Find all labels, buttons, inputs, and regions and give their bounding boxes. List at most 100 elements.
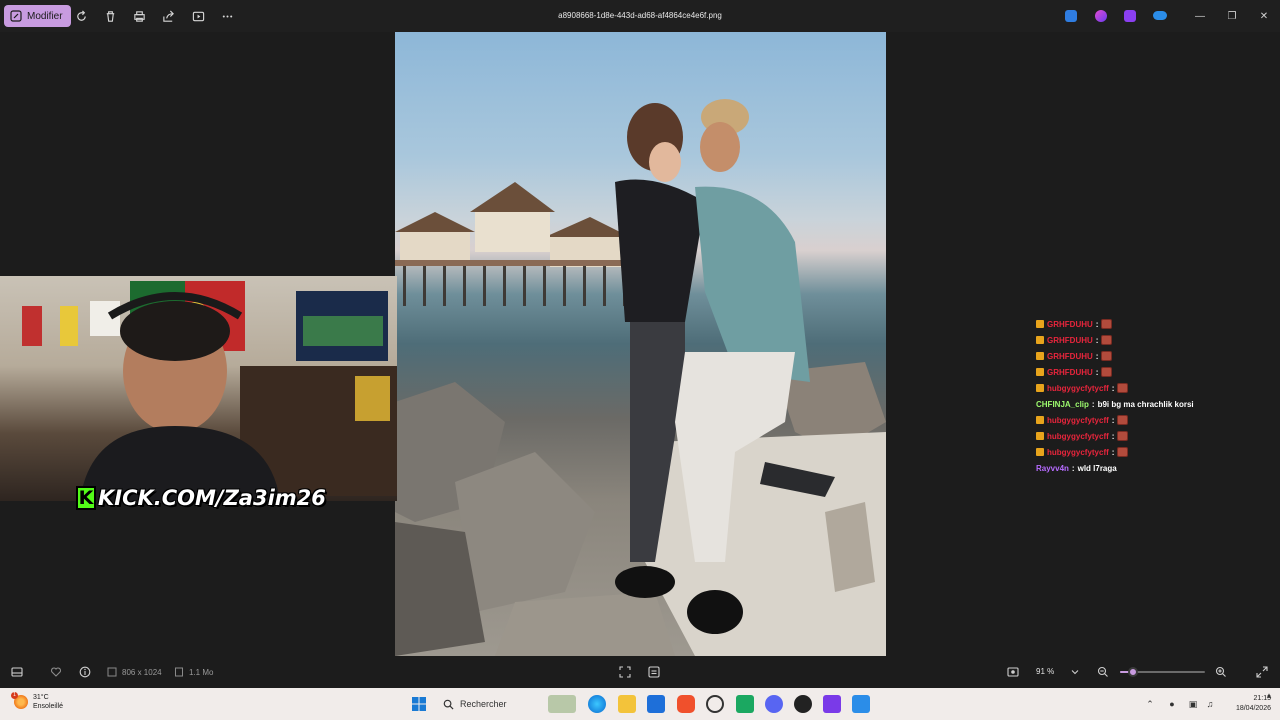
kick-logo-icon: K — [76, 486, 96, 510]
chat-separator: : — [1111, 415, 1115, 425]
favorite-heart-icon[interactable] — [49, 665, 63, 679]
edit-button-label: Modifier — [27, 10, 63, 22]
windows-start-icon[interactable] — [410, 695, 428, 713]
couple-image — [615, 99, 835, 634]
chat-username[interactable]: hubgygycfytycff — [1047, 416, 1109, 425]
chat-message: hubgygycfytycff : — [1036, 380, 1266, 396]
chat-badge-icon — [1036, 432, 1044, 440]
brave-browser-icon[interactable] — [677, 695, 695, 713]
zoom-in-icon[interactable] — [1214, 665, 1228, 679]
chat-message: GRHFDUHU : — [1036, 316, 1266, 332]
media-player-icon[interactable] — [794, 695, 812, 713]
tool-app-icon[interactable] — [1065, 10, 1077, 22]
screenshot-icon[interactable] — [1006, 665, 1020, 679]
taskbar-search[interactable]: Rechercher — [437, 693, 527, 715]
chat-username[interactable]: hubgygycfytycff — [1047, 432, 1109, 441]
share-icon[interactable] — [160, 8, 176, 24]
chat-separator: : — [1095, 319, 1099, 329]
chat-separator: : — [1095, 367, 1099, 377]
chat-username[interactable]: hubgygycfytycff — [1047, 448, 1109, 457]
file-size-icon — [175, 667, 183, 677]
visual-studio-icon[interactable] — [647, 695, 665, 713]
chat-badge-icon — [1036, 384, 1044, 392]
chat-message: Rayvv4n : wld l7raga — [1036, 460, 1266, 476]
chat-username[interactable]: GRHFDUHU — [1047, 336, 1093, 345]
file-explorer-icon[interactable] — [618, 695, 636, 713]
chat-message: hubgygycfytycff : — [1036, 412, 1266, 428]
rotate-icon[interactable] — [73, 8, 89, 24]
title-bar: Modifier a8908668-1d8e-443d-ad68-af4864c… — [0, 0, 1280, 32]
chat-message: GRHFDUHU : — [1036, 332, 1266, 348]
show-hidden-icons-chevron-icon[interactable]: ⌃ — [1143, 697, 1157, 711]
chat-separator: : — [1111, 447, 1115, 457]
chat-emote-icon — [1101, 319, 1113, 329]
phone-link-icon[interactable] — [736, 695, 754, 713]
minimize-icon[interactable]: — — [1192, 8, 1208, 24]
chat-badge-icon — [1036, 368, 1044, 376]
chat-message: GRHFDUHU : — [1036, 364, 1266, 380]
fit-to-window-icon[interactable] — [618, 665, 632, 679]
chat-separator: : — [1091, 399, 1095, 409]
notification-bell-icon[interactable]: ▴ — [1262, 688, 1276, 702]
clipchamp-taskbar-icon[interactable] — [823, 695, 841, 713]
zoom-slider[interactable] — [1120, 667, 1205, 677]
filmstrip-icon[interactable] — [10, 665, 24, 679]
zoom-level[interactable]: 91 % — [1036, 667, 1054, 676]
chat-emote-icon — [1101, 335, 1113, 345]
edge-browser-icon[interactable] — [588, 695, 606, 713]
edit-button[interactable]: Modifier — [4, 5, 71, 27]
chat-username[interactable]: GRHFDUHU — [1047, 320, 1093, 329]
chat-separator: : — [1071, 463, 1075, 473]
sunny-weather-icon: 1 — [11, 692, 28, 709]
chat-username[interactable]: CHFINJA_clip — [1036, 400, 1089, 409]
widgets-banner-icon[interactable] — [548, 695, 576, 713]
search-icon — [443, 699, 454, 710]
chat-message: CHFINJA_clip : b9i bg ma chrachlik korsi — [1036, 396, 1266, 412]
image-info-bar: 806 x 1024 1.1 Mo 91 % — [0, 656, 1280, 688]
chat-separator: : — [1111, 431, 1115, 441]
chat-text: wld l7raga — [1077, 463, 1117, 473]
discord-icon[interactable] — [765, 695, 783, 713]
weather-description: Ensoleillé — [33, 703, 63, 710]
chat-username[interactable]: GRHFDUHU — [1047, 352, 1093, 361]
print-icon[interactable] — [131, 8, 147, 24]
close-icon[interactable]: ✕ — [1256, 8, 1272, 24]
settings-gear-icon[interactable] — [706, 695, 724, 713]
file-size: 1.1 Mo — [174, 666, 213, 678]
chat-username[interactable]: Rayvv4n — [1036, 464, 1069, 473]
displayed-photo[interactable] — [395, 32, 886, 656]
chat-separator: : — [1095, 335, 1099, 345]
onedrive-icon[interactable] — [1153, 11, 1167, 20]
kick-channel-banner: K KICK.COM/Za3im26 — [76, 483, 326, 513]
chat-emote-icon — [1117, 383, 1129, 393]
designer-app-icon[interactable] — [1095, 10, 1107, 22]
clipchamp-app-icon[interactable] — [1124, 10, 1136, 22]
search-placeholder: Rechercher — [460, 699, 507, 709]
maximize-icon[interactable]: ❐ — [1224, 8, 1240, 24]
network-icon[interactable]: ▣ — [1186, 697, 1200, 711]
file-info-icon[interactable] — [78, 665, 92, 679]
slideshow-icon[interactable] — [190, 8, 206, 24]
stream-chat: GRHFDUHU : GRHFDUHU : GRHFDUHU : GRHFDUHU :… — [1036, 316, 1266, 476]
dimensions-icon — [107, 667, 117, 677]
zoom-slider-thumb[interactable] — [1127, 667, 1138, 677]
weather-widget[interactable]: 1 31°C Ensoleillé — [11, 692, 63, 711]
microphone-icon[interactable]: ● — [1165, 697, 1179, 711]
chat-username[interactable]: GRHFDUHU — [1047, 368, 1093, 377]
chat-emote-icon — [1117, 431, 1129, 441]
chat-username[interactable]: hubgygycfytycff — [1047, 384, 1109, 393]
windows-taskbar: 1 31°C Ensoleillé Rechercher ⌃ ● ▣ ♫ 21:… — [0, 688, 1280, 720]
delete-icon[interactable] — [102, 8, 118, 24]
chat-separator: : — [1111, 383, 1115, 393]
chat-message: hubgygycfytycff : — [1036, 428, 1266, 444]
zoom-out-icon[interactable] — [1096, 665, 1110, 679]
fullscreen-icon[interactable] — [1255, 665, 1269, 679]
more-options-icon[interactable] — [219, 8, 235, 24]
actual-size-icon[interactable] — [647, 665, 661, 679]
photos-app-icon[interactable] — [852, 695, 870, 713]
chat-emote-icon — [1101, 351, 1113, 361]
chat-emote-icon — [1101, 367, 1113, 377]
volume-icon[interactable]: ♫ — [1203, 697, 1217, 711]
zoom-dropdown-chevron-icon[interactable] — [1068, 665, 1082, 679]
image-dimensions: 806 x 1024 — [107, 666, 162, 678]
